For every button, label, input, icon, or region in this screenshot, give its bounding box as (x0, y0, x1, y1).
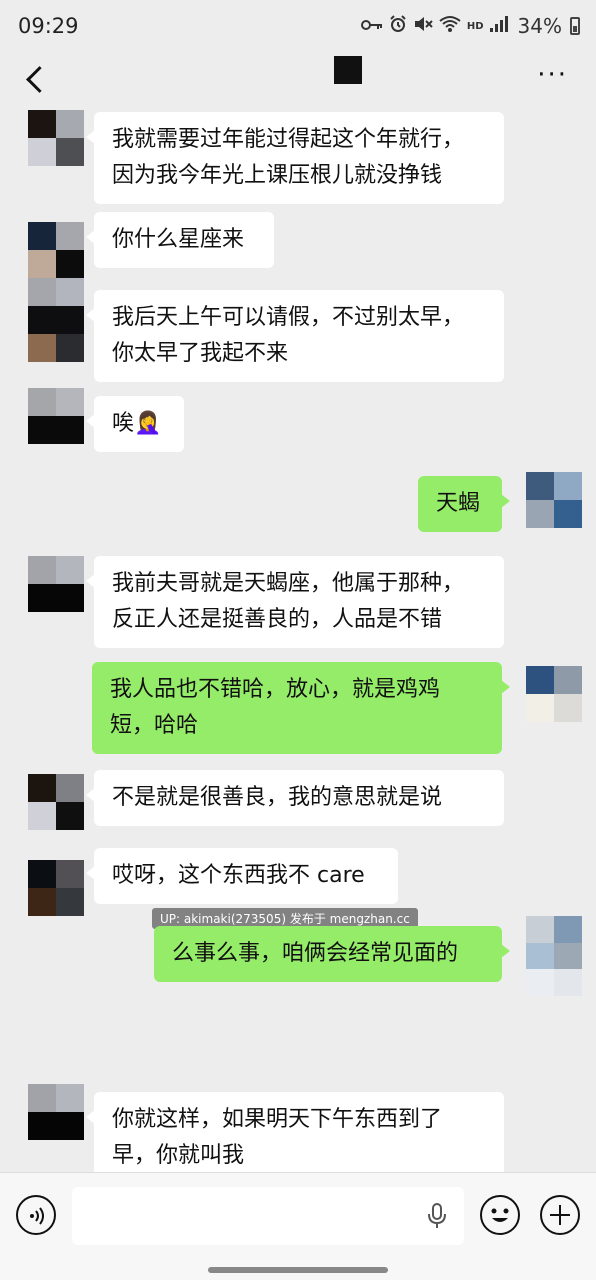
message-text: 不是就是很善良，我的意思就是说 (112, 785, 443, 810)
home-indicator (208, 1267, 388, 1273)
status-icons: HD 34% (360, 14, 580, 38)
avatar[interactable] (526, 472, 582, 528)
signal-icon (489, 15, 508, 37)
plus-icon[interactable] (540, 1195, 580, 1235)
message-bubble[interactable]: 我前夫哥就是天蝎座，他属于那种， 反正人还是挺善良的，人品是不错 (86, 556, 504, 648)
mute-icon (413, 15, 433, 38)
message-list[interactable]: 我就需要过年能过得起这个年就行， 因为我今年光上课压根儿就没挣钱 你什么星座来 … (0, 108, 596, 1172)
key-icon (360, 16, 383, 37)
avatar[interactable] (28, 1084, 84, 1140)
message-text: 早，你就叫我 (112, 1143, 245, 1168)
alarm-icon (389, 14, 407, 38)
message-bubble[interactable]: 我后天上午可以请假，不过别太早， 你太早了我起不来 (86, 290, 504, 382)
message-text: 么事么事，咱俩会经常见面的 (172, 941, 459, 966)
avatar[interactable] (28, 388, 84, 444)
wifi-icon (439, 15, 461, 38)
message-bubble[interactable]: 你就这样，如果明天下午东西到了 早，你就叫我 (86, 1092, 504, 1172)
avatar[interactable] (28, 860, 84, 916)
message-bubble[interactable]: 哎呀，这个东西我不 care (86, 848, 398, 904)
avatar[interactable] (28, 556, 84, 612)
message-bubble[interactable]: 唉🤦‍♀️ (86, 396, 184, 452)
message-text: 我就需要过年能过得起这个年就行， (112, 127, 465, 152)
avatar[interactable] (526, 916, 582, 996)
message-bubble[interactable]: 天蝎 (418, 476, 510, 532)
avatar[interactable] (28, 222, 84, 278)
avatar[interactable] (28, 774, 84, 830)
hd-label: HD (466, 20, 484, 32)
message-text: 短，哈哈 (110, 713, 199, 738)
status-time: 09:29 (18, 14, 79, 38)
message-bubble[interactable]: 我就需要过年能过得起这个年就行， 因为我今年光上课压根儿就没挣钱 (86, 112, 504, 204)
avatar[interactable] (526, 666, 582, 722)
avatar[interactable] (28, 278, 84, 362)
message-text: 反正人还是挺善良的，人品是不错 (112, 607, 443, 632)
message-text: 你太早了我起不来 (112, 341, 289, 366)
message-text: 哎呀，这个东西我不 care (112, 863, 365, 888)
input-toolbar (0, 1172, 596, 1280)
message-bubble[interactable]: 我人品也不错哈，放心，就是鸡鸡 短，哈哈 (92, 662, 510, 754)
battery-text: 34% (517, 14, 562, 38)
message-text: 天蝎 (436, 491, 481, 516)
message-bubble[interactable]: 么事么事，咱俩会经常见面的 (154, 926, 510, 982)
mic-icon[interactable] (426, 1203, 448, 1233)
message-text: 我人品也不错哈，放心，就是鸡鸡 (110, 677, 441, 702)
message-text: 你就这样，如果明天下午东西到了 (112, 1107, 443, 1132)
message-text: 我前夫哥就是天蝎座，他属于那种， (112, 571, 465, 596)
emoji-icon[interactable] (480, 1195, 520, 1235)
message-text: 因为我今年光上课压根儿就没挣钱 (112, 163, 443, 188)
more-icon[interactable]: ··· (537, 62, 568, 88)
chat-title-redacted (334, 56, 362, 84)
chevron-left-icon[interactable] (22, 64, 52, 94)
status-bar: 09:29 HD 34% (0, 0, 596, 52)
message-bubble[interactable]: 你什么星座来 (86, 212, 274, 268)
battery-icon (570, 17, 580, 35)
message-text: 你什么星座来 (112, 227, 245, 252)
chat-header: ··· (0, 52, 596, 108)
message-text: 唉🤦‍♀️ (112, 411, 162, 436)
message-input[interactable] (72, 1187, 464, 1245)
message-bubble[interactable]: 不是就是很善良，我的意思就是说 (86, 770, 504, 826)
message-text: 我后天上午可以请假，不过别太早， (112, 305, 465, 330)
voice-icon[interactable] (16, 1195, 56, 1235)
avatar[interactable] (28, 110, 84, 166)
